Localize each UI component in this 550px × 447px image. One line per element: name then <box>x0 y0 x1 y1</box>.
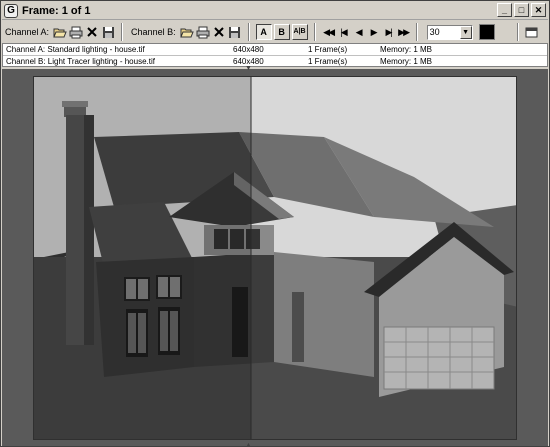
minimize-button[interactable]: _ <box>497 3 512 17</box>
save-channel-b-icon[interactable] <box>228 25 242 39</box>
channel-info-list: Channel A: Standard lighting - house.tif… <box>2 43 548 67</box>
channel-b-label: Channel B: <box>131 27 176 37</box>
chevron-down-icon[interactable]: ▼ <box>459 25 472 39</box>
separator <box>516 23 519 41</box>
channel-a-name: Channel A: Standard lighting - house.tif <box>6 45 145 54</box>
channel-b-memory: Memory: 1 MB <box>380 57 433 66</box>
app-icon[interactable]: G <box>4 3 18 18</box>
next-key-icon[interactable]: ▶| <box>382 27 395 38</box>
clone-window-icon[interactable] <box>525 25 539 39</box>
save-channel-a-icon[interactable] <box>101 25 115 39</box>
separator <box>313 23 316 41</box>
image-viewport[interactable]: ▼ ▲ <box>2 65 548 447</box>
separator <box>121 23 124 41</box>
separator <box>247 23 250 41</box>
channel-a-size: 640x480 <box>233 45 264 54</box>
frame-rate-select[interactable]: 30 ▼ <box>426 24 473 40</box>
background-color-swatch[interactable] <box>478 24 495 40</box>
rendered-image <box>33 76 517 440</box>
split-marker-top-icon[interactable]: ▼ <box>245 65 252 72</box>
channel-b-frames: 1 Frame(s) <box>308 57 348 66</box>
channel-a-info-row[interactable]: Channel A: Standard lighting - house.tif… <box>3 44 547 55</box>
show-channel-b-button[interactable]: B <box>273 24 290 40</box>
close-button[interactable]: ✕ <box>531 3 546 17</box>
prev-frame-icon[interactable]: ◀ <box>352 27 365 38</box>
channel-b-info-row[interactable]: Channel B: Light Tracer lighting - house… <box>3 55 547 66</box>
print-channel-a-icon[interactable] <box>69 25 83 39</box>
channel-a-memory: Memory: 1 MB <box>380 45 433 54</box>
window-title: Frame: 1 of 1 <box>22 4 91 17</box>
split-ab-button[interactable]: A|B <box>291 24 308 40</box>
channel-a-label: Channel A: <box>5 27 50 37</box>
frame-rate-value: 30 <box>429 27 440 37</box>
last-frame-icon[interactable]: ▶▶ <box>397 27 410 38</box>
separator <box>415 23 418 41</box>
channel-a-frames: 1 Frame(s) <box>308 45 348 54</box>
open-channel-b-icon[interactable] <box>179 25 194 39</box>
print-channel-b-icon[interactable] <box>196 25 210 39</box>
maximize-button[interactable]: □ <box>514 3 529 17</box>
prev-key-icon[interactable]: |◀ <box>337 27 350 38</box>
first-frame-icon[interactable]: ◀◀ <box>322 27 335 38</box>
channel-b-name: Channel B: Light Tracer lighting - house… <box>6 57 155 66</box>
show-channel-a-button[interactable]: A <box>255 24 272 40</box>
play-icon[interactable]: ▶ <box>367 27 380 38</box>
split-marker-bottom-icon[interactable]: ▲ <box>245 442 252 447</box>
open-channel-a-icon[interactable] <box>53 25 67 39</box>
clear-channel-a-icon[interactable] <box>85 25 99 39</box>
clear-channel-b-icon[interactable] <box>212 25 226 39</box>
toolbar: Channel A: Channel B: A B A|B ◀◀ |◀ ◀ ▶ … <box>2 21 548 43</box>
frame-window: G Frame: 1 of 1 _ □ ✕ Channel A: Channel… <box>0 0 550 447</box>
title-bar[interactable]: G Frame: 1 of 1 _ □ ✕ <box>2 2 548 20</box>
